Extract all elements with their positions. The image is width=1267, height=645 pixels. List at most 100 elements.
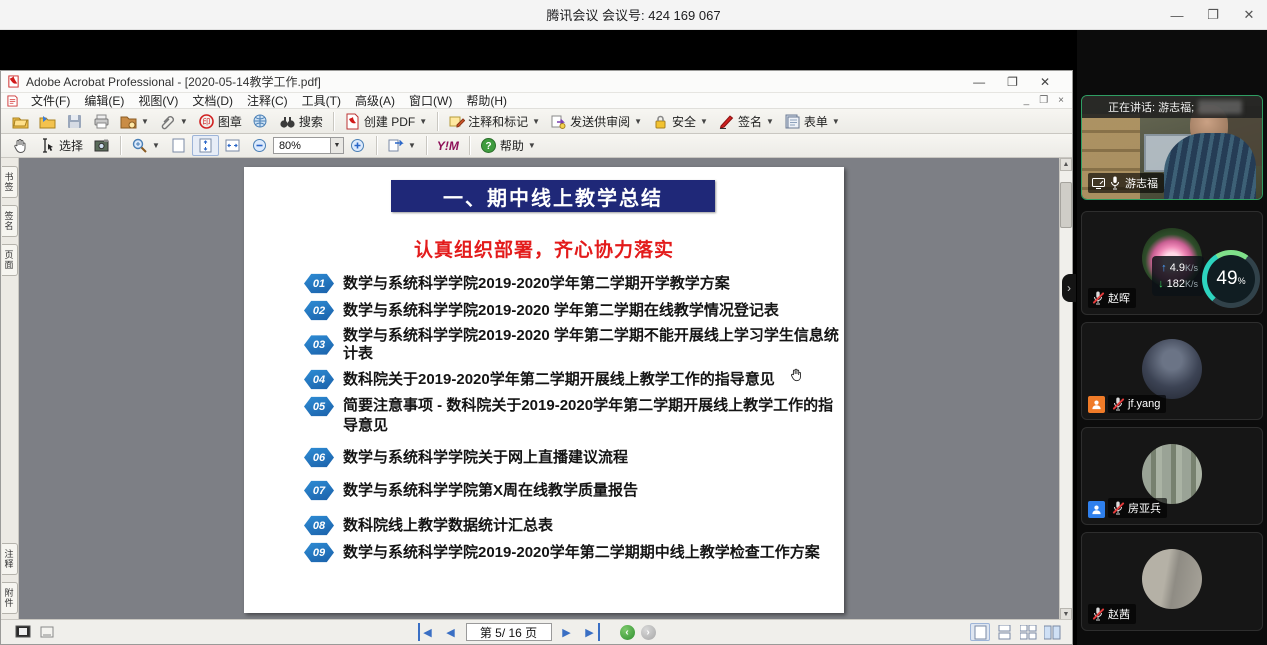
fit-page-button[interactable] [192, 135, 219, 156]
send-review-button[interactable]: 发送供审阅▼ [545, 111, 647, 132]
role-badge-icon [1088, 396, 1105, 413]
tab-bookmarks[interactable]: 书签 [2, 166, 18, 198]
security-button[interactable]: 安全▼ [647, 111, 713, 132]
dropdown-caret: ▼ [700, 117, 708, 126]
print-button[interactable] [88, 111, 115, 132]
document-area[interactable]: 一、期中线上教学总结 认真组织部署，齐心协力落实 01 数学与系统科学学院201… [19, 158, 1061, 621]
sidebar-collapse-handle[interactable]: › [1062, 274, 1076, 302]
minimize-icon[interactable]: _ [1024, 95, 1030, 106]
minimize-icon[interactable]: — [973, 75, 985, 89]
toolbar-separator [437, 112, 438, 131]
open-button[interactable] [7, 111, 34, 132]
organizer-button[interactable]: ▼ [115, 111, 154, 132]
binoculars-icon [279, 113, 296, 130]
zoom-in-button[interactable] [344, 135, 371, 156]
snapshot-button[interactable] [88, 135, 115, 156]
menu-item[interactable]: 视图(V) [131, 93, 185, 109]
item-number-badge: 05 [304, 396, 334, 417]
note-pencil-icon [448, 113, 465, 130]
save-icon [66, 113, 83, 130]
menu-item[interactable]: 工具(T) [295, 93, 348, 109]
fit-page-icon [197, 137, 214, 154]
item-number-badge: 06 [304, 447, 334, 468]
item-text: 简要注意事项 - 数科院关于2019-2020学年第二学期开展线上教学工作的指导… [343, 396, 839, 436]
upload-value: 4.9 [1170, 262, 1185, 274]
select-tool-button[interactable]: 选择 [34, 135, 88, 156]
comment-markup-button[interactable]: 注释和标记▼ [443, 111, 545, 132]
participant-tile[interactable]: jf.yang [1081, 322, 1263, 420]
sign-button[interactable]: 签名▼ [713, 111, 779, 132]
upload-unit: K/s [1185, 263, 1198, 273]
item-number-badge: 08 [304, 515, 334, 536]
facing-view-button[interactable] [1042, 623, 1062, 641]
email-button[interactable] [247, 111, 274, 132]
dropdown-caret: ▼ [766, 117, 774, 126]
close-icon[interactable]: × [1058, 95, 1064, 106]
menu-item[interactable]: 高级(A) [348, 93, 402, 109]
last-page-icon[interactable]: ▶ [582, 623, 600, 641]
item-text: 数科院线上教学数据统计汇总表 [343, 517, 553, 535]
stamp-button[interactable]: 印图章 [193, 111, 247, 132]
dropdown-caret: ▼ [832, 117, 840, 126]
screen-mode-icon[interactable] [15, 624, 31, 640]
scrollbar-thumb[interactable] [1060, 182, 1072, 228]
next-view-icon[interactable]: › [641, 625, 656, 640]
toolbar-view: 选择 ▼ 80% ▼ ▼ Y!M ?帮助▼ [1, 134, 1072, 158]
first-page-icon[interactable]: ◀ [418, 623, 436, 641]
tab-pages[interactable]: 页面 [2, 244, 18, 276]
page-layout-tray-icon[interactable] [39, 624, 55, 640]
open-recent-button[interactable] [34, 111, 61, 132]
zoom-out-button[interactable] [246, 135, 273, 156]
restore-icon[interactable]: ❐ [1007, 75, 1018, 89]
create-pdf-label: 创建 PDF [364, 113, 415, 130]
previous-view-icon[interactable]: ‹ [620, 625, 635, 640]
menu-item[interactable]: 窗口(W) [402, 93, 459, 109]
minimize-icon[interactable]: — [1169, 8, 1185, 23]
actual-size-button[interactable] [165, 135, 192, 156]
scroll-up-icon[interactable]: ▲ [1060, 158, 1072, 171]
close-icon[interactable]: ✕ [1241, 7, 1257, 23]
zoom-tool-button[interactable]: ▼ [126, 135, 165, 156]
forms-button[interactable]: 表单▼ [779, 111, 845, 132]
page-display-button[interactable]: ▼ [382, 135, 421, 156]
tab-attachments[interactable]: 附件 [2, 582, 18, 614]
create-pdf-button[interactable]: 创建 PDF▼ [339, 111, 432, 132]
page-number-input[interactable]: 第 5/ 16 页 [466, 623, 552, 641]
participant-tile[interactable]: 房亚兵 [1081, 427, 1263, 525]
zoom-level-input[interactable]: 80% [273, 137, 331, 154]
acrobat-titlebar[interactable]: Adobe Acrobat Professional - [2020-05-14… [1, 71, 1072, 93]
continuous-view-button[interactable] [994, 623, 1014, 641]
save-button[interactable] [61, 111, 88, 132]
participant-tile[interactable]: ↑ 4.9K/s ↓ 182K/s 49% 赵晖 [1081, 211, 1263, 315]
menu-item[interactable]: 文档(D) [185, 93, 240, 109]
zoom-dropdown[interactable]: ▼ [331, 137, 344, 154]
dropdown-caret: ▼ [408, 141, 416, 150]
single-page-view-button[interactable] [970, 623, 990, 641]
plus-circle-icon [349, 137, 366, 154]
help-button[interactable]: ?帮助▼ [475, 135, 541, 156]
close-icon[interactable]: ✕ [1040, 75, 1050, 89]
stamp-icon: 印 [198, 113, 215, 130]
tab-comments[interactable]: 注释 [2, 543, 18, 575]
previous-page-icon[interactable]: ◀ [442, 623, 460, 641]
continuous-facing-view-button[interactable] [1018, 623, 1038, 641]
next-page-icon[interactable]: ▶ [558, 623, 576, 641]
hand-tool-icon [12, 137, 29, 154]
participant-tile[interactable]: 赵茜 [1081, 532, 1263, 631]
slide-list-item: 09 数学与系统科学学院2019-2020学年第二学期期中线上教学检查工作方案 [304, 542, 839, 563]
tab-signatures[interactable]: 签名 [2, 205, 18, 237]
menu-item[interactable]: 注释(C) [240, 93, 295, 109]
search-button[interactable]: 搜索 [274, 111, 328, 132]
attach-button[interactable]: ▼ [154, 111, 193, 132]
restore-icon[interactable]: ❐ [1205, 7, 1221, 23]
vertical-scrollbar[interactable]: ▲ ▼ [1059, 158, 1072, 621]
fit-width-button[interactable] [219, 135, 246, 156]
hand-tool-button[interactable] [7, 135, 34, 156]
menu-item[interactable]: 帮助(H) [459, 93, 514, 109]
slide-title-banner: 一、期中线上教学总结 [391, 180, 715, 212]
yim-button[interactable]: Y!M [432, 135, 464, 156]
menu-item[interactable]: 文件(F) [24, 93, 77, 109]
participant-tile-video[interactable]: 正在讲话: 游志福; 游志福 [1081, 95, 1263, 200]
menu-item[interactable]: 编辑(E) [77, 93, 131, 109]
restore-icon[interactable]: ❐ [1039, 95, 1048, 106]
